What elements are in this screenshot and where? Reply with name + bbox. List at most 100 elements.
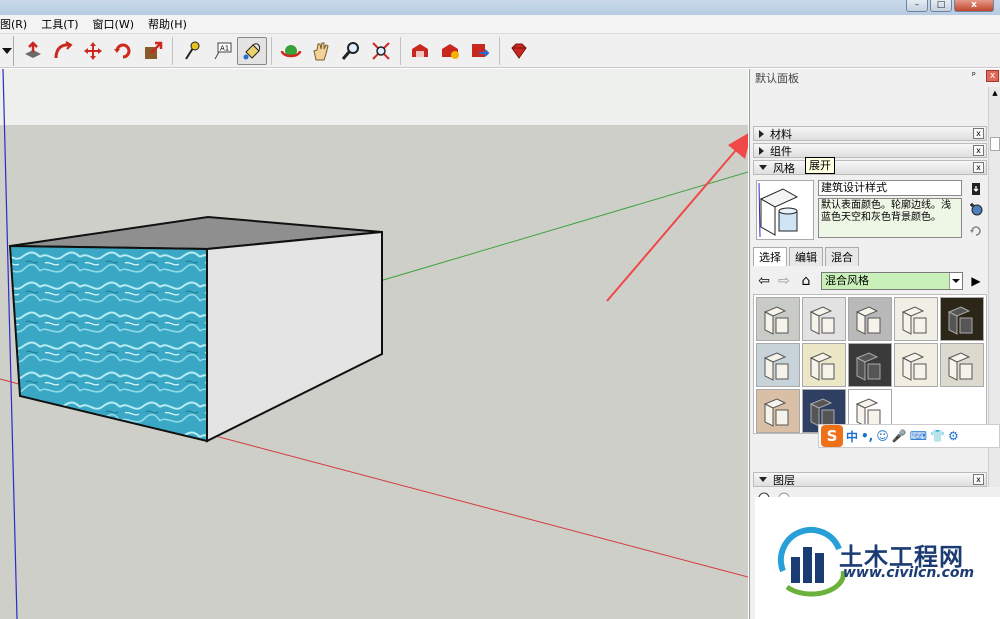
ime-punctuation-icon[interactable]: •, [861, 429, 873, 443]
style-swatch[interactable] [802, 297, 846, 341]
window-title-bar: – □ x [0, 0, 1000, 15]
warehouse-button[interactable] [405, 37, 435, 65]
collapse-arrow-icon[interactable] [759, 165, 767, 170]
collection-select-value: 混合风格 [825, 274, 869, 287]
move-button[interactable] [78, 37, 108, 65]
panel-close-button[interactable]: x [986, 70, 999, 82]
extension-icon [472, 43, 490, 57]
text-label-button[interactable]: A1 [207, 37, 237, 65]
expand-tooltip: 展开 [805, 157, 835, 174]
ime-skin-icon[interactable]: 👕 [930, 429, 945, 443]
extension-button[interactable] [465, 37, 495, 65]
tray-components-close-icon[interactable]: x [973, 145, 984, 156]
orbit-icon [280, 44, 302, 57]
style-swatch[interactable] [940, 343, 984, 387]
ime-chinese-mode[interactable]: 中 [846, 428, 858, 445]
ime-settings-icon[interactable]: ⚙ [948, 429, 959, 443]
scene-canvas[interactable] [0, 69, 748, 619]
style-swatch[interactable] [756, 343, 800, 387]
style-swatch[interactable] [848, 343, 892, 387]
style-name-field[interactable]: 建筑设计样式 [818, 180, 962, 196]
share-model-icon [442, 43, 459, 59]
menu-tools[interactable]: 工具(T) [35, 16, 86, 32]
tray-styles-label: 风格 [773, 161, 795, 175]
tray-components-label: 组件 [770, 144, 792, 158]
style-thumbnails-grid [753, 294, 987, 434]
paint-bucket-icon [243, 42, 260, 59]
style-swatch[interactable] [894, 297, 938, 341]
tray-layers[interactable]: 图层 x [753, 472, 987, 487]
tab-mix[interactable]: 混合 [825, 247, 859, 266]
style-swatch[interactable] [756, 297, 800, 341]
expand-arrow-icon[interactable] [759, 146, 764, 155]
ime-toolbar: S 中 •, ☺ 🎤 ⌨ 👕 ⚙ [818, 424, 1000, 448]
scroll-up-icon[interactable]: ▲ [990, 87, 1000, 99]
home-icon[interactable]: ⌂ [797, 272, 815, 290]
zoom-extents-button[interactable] [366, 37, 396, 65]
tray-materials[interactable]: 材料 x [753, 126, 987, 141]
style-preview-icon [947, 352, 973, 381]
save-style-icon[interactable] [967, 180, 985, 198]
tab-edit[interactable]: 编辑 [789, 247, 823, 266]
warehouse-icon [412, 43, 428, 57]
ime-keyboard-icon[interactable]: ⌨ [910, 429, 927, 443]
style-swatch[interactable] [756, 389, 800, 433]
tray-materials-close-icon[interactable]: x [973, 128, 984, 139]
tray-styles[interactable]: 风格 x [753, 160, 987, 175]
pin-icon[interactable]: ᵖ [972, 71, 976, 81]
style-thumbnail [756, 180, 814, 240]
rotate-button[interactable] [108, 37, 138, 65]
toolbar-group-camera [272, 36, 401, 65]
menu-view[interactable]: 图(R) [0, 16, 35, 32]
style-swatch[interactable] [940, 297, 984, 341]
tape-measure-button[interactable] [177, 37, 207, 65]
menu-window[interactable]: 窗口(W) [87, 16, 142, 32]
collapse-arrow-icon[interactable] [759, 477, 767, 482]
collection-select[interactable]: 混合风格 [821, 272, 963, 290]
minimize-button[interactable]: – [906, 0, 928, 12]
scroll-thumb[interactable] [990, 137, 1000, 151]
styles-tabs: 选择 编辑 混合 [753, 247, 861, 266]
forward-icon[interactable]: ⇨ [775, 272, 793, 290]
rotate-icon [114, 43, 131, 58]
menu-bar: 图(R) 工具(T) 窗口(W) 帮助(H) [0, 15, 1000, 34]
expand-arrow-icon[interactable] [759, 129, 764, 138]
modeling-viewport[interactable] [0, 69, 748, 619]
paint-bucket-button[interactable] [237, 36, 267, 65]
watermark: 土木工程网 www.civilcn.com [755, 497, 1000, 619]
ruby-button[interactable] [504, 37, 534, 65]
menu-help[interactable]: 帮助(H) [142, 16, 195, 32]
back-icon[interactable]: ⇦ [755, 272, 773, 290]
toolbar-dropdown[interactable] [0, 35, 14, 66]
maximize-button[interactable]: □ [930, 0, 952, 12]
tray-styles-close-icon[interactable]: x [973, 162, 984, 173]
ime-emoji-icon[interactable]: ☺ [876, 429, 889, 443]
ime-logo-icon[interactable]: S [821, 425, 843, 447]
tab-select[interactable]: 选择 [753, 247, 787, 266]
orbit-button[interactable] [276, 37, 306, 65]
pan-icon [313, 42, 329, 60]
details-arrow-icon[interactable]: ▶ [967, 272, 985, 290]
push-pull-button[interactable] [18, 37, 48, 65]
push-pull-icon [25, 40, 41, 58]
style-preview-icon [809, 306, 835, 335]
watermark-url: www.civilcn.com [843, 565, 975, 581]
follow-me-button[interactable] [48, 37, 78, 65]
tray-layers-close-icon[interactable]: x [973, 474, 984, 485]
style-swatch[interactable] [894, 343, 938, 387]
share-model-button[interactable] [435, 37, 465, 65]
style-description-field[interactable]: 默认表面颜色。轮廓边线。浅蓝色天空和灰色背景颜色。 [818, 198, 962, 238]
tray-layers-label: 图层 [773, 473, 795, 487]
style-swatch[interactable] [802, 343, 846, 387]
pan-button[interactable] [306, 37, 336, 65]
chevron-down-icon[interactable] [949, 273, 962, 289]
close-window-button[interactable]: x [954, 0, 994, 12]
style-preview-icon [947, 306, 973, 335]
zoom-button[interactable] [336, 37, 366, 65]
tray-components[interactable]: 组件 x [753, 143, 987, 158]
update-style-icon[interactable] [967, 222, 985, 240]
scale-button[interactable] [138, 37, 168, 65]
style-swatch[interactable] [848, 297, 892, 341]
create-style-icon[interactable] [967, 201, 985, 219]
ime-voice-icon[interactable]: 🎤 [892, 429, 907, 443]
